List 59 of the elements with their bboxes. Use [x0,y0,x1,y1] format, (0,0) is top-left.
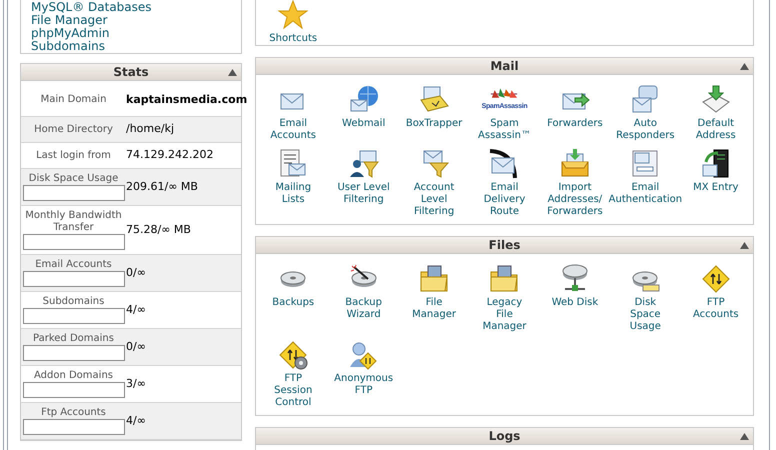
stat-value: 75.28/∞ MB [126,222,191,238]
sidebar-link[interactable]: phpMyAdmin [31,27,110,40]
stat-value: 4/∞ [126,412,146,429]
user-funnel-icon [348,148,380,180]
tool-link[interactable]: Backups [272,263,314,333]
panel-title: Logs [488,428,520,445]
stat-label: Monthly Bandwidth Transfer [24,210,123,234]
sidebar-link[interactable]: MySQL® Databases [31,1,152,14]
tool-link[interactable]: Forwarders [547,84,603,142]
stat-label: Email Accounts [34,259,113,271]
panel-title: Mail [490,58,519,75]
tool-link[interactable]: Legacy File Manager [482,263,526,333]
tool-link[interactable]: Webmail [342,84,386,142]
panel-title: Stats [113,64,149,81]
sidebar-link[interactable]: Subdomains [31,40,106,53]
tool-link[interactable]: Email Authentication [608,148,682,218]
tool-link[interactable]: Backup Wizard [345,263,382,333]
tool-link[interactable]: Mailing Lists [275,148,312,218]
collapse-icon[interactable] [228,69,237,76]
collapse-icon[interactable] [740,242,749,249]
panel-title: Files [488,237,520,254]
stat-value: 74.129.242.202 [126,147,214,164]
collapse-icon[interactable] [740,433,749,440]
stat-label: Disk Space Usage [28,173,120,185]
tool-link[interactable]: Default Address [696,84,736,142]
stat-label: Addon Domains [32,370,114,382]
tool-link[interactable]: BoxTrapper [406,84,462,142]
sidebar-link[interactable]: File Manager [31,14,108,27]
tool-link[interactable]: Shortcuts [269,0,318,45]
tool-link[interactable]: Email Delivery Route [484,148,526,218]
stat-label: Parked Domains [32,333,115,345]
tool-link[interactable]: Anonymous FTP [334,339,394,409]
star-icon [277,0,310,31]
stat-label: Main Domain [40,94,108,106]
arrows-sign-icon [700,263,732,295]
stat-label: Ftp Accounts [40,407,107,419]
tool-link[interactable]: User Level Filtering [337,148,390,218]
tool-link[interactable]: Account Level Filtering [414,148,454,218]
collapse-icon[interactable] [740,63,749,70]
stat-label: Home Directory [33,124,114,136]
arrows-sign-gear-icon [277,339,310,371]
stat-label: Last login from [35,150,112,162]
tool-link[interactable]: Web Disk [552,263,598,333]
stat-value: /home/kj [126,121,174,138]
stat-value: 3/∞ [126,376,146,392]
stat-value: kaptainsmedia.com [126,92,248,108]
stat-label: Subdomains [42,296,106,308]
stat-value: 209.61/∞ MB [126,178,198,195]
tool-link[interactable]: Email Accounts [270,84,316,142]
tool-link[interactable]: Disk Space Usage [629,263,662,333]
tool-link[interactable]: FTP Accounts [692,263,739,333]
tool-link[interactable]: File Manager [412,263,456,333]
tool-link[interactable]: Import Addresses/ Forwarders [547,148,603,218]
tool-link[interactable]: FTP Session Control [274,339,312,409]
tool-link[interactable]: MX Entry [693,148,738,218]
stat-value: 0/∞ [126,264,146,281]
stat-value: 4/∞ [126,302,146,318]
tool-link[interactable]: Auto Responders [616,84,675,142]
stat-value: 0/∞ [126,338,146,355]
